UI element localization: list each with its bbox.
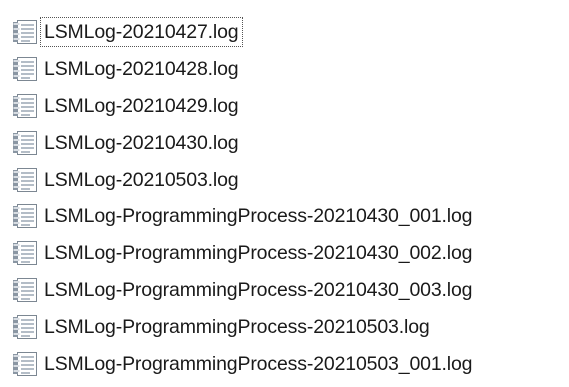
file-item[interactable]: LSMLog-20210503.log (10, 161, 566, 198)
file-item[interactable]: LSMLog-ProgrammingProcess-20210503.log (10, 308, 566, 345)
file-name[interactable]: LSMLog-20210428.log (40, 54, 243, 84)
file-item[interactable]: LSMLog-ProgrammingProcess-20210430_002.l… (10, 235, 566, 272)
log-file-icon (10, 165, 40, 195)
file-name[interactable]: LSMLog-ProgrammingProcess-20210430_003.l… (40, 275, 477, 305)
file-name[interactable]: LSMLog-ProgrammingProcess-20210430_002.l… (40, 238, 477, 268)
log-file-icon (10, 91, 40, 121)
file-name[interactable]: LSMLog-ProgrammingProcess-20210503.log (40, 312, 435, 342)
log-file-icon (10, 128, 40, 158)
file-item[interactable]: LSMLog-ProgrammingProcess-20210503_001.l… (10, 345, 566, 382)
log-file-icon (10, 201, 40, 231)
log-file-icon (10, 17, 40, 47)
log-file-icon (10, 349, 40, 379)
file-name[interactable]: LSMLog-20210430.log (40, 128, 243, 158)
log-file-icon (10, 54, 40, 84)
file-name[interactable]: LSMLog-ProgrammingProcess-20210430_001.l… (40, 201, 477, 231)
file-item[interactable]: LSMLog-20210429.log (10, 88, 566, 125)
log-file-icon (10, 238, 40, 268)
log-file-icon (10, 275, 40, 305)
log-file-icon (10, 312, 40, 342)
file-list: LSMLog-20210427.log LSMLog-20210428.log … (10, 14, 566, 382)
file-name[interactable]: LSMLog-20210427.log (40, 17, 244, 48)
file-name[interactable]: LSMLog-ProgrammingProcess-20210503_001.l… (40, 349, 477, 379)
file-item[interactable]: LSMLog-ProgrammingProcess-20210430_001.l… (10, 198, 566, 235)
file-item[interactable]: LSMLog-ProgrammingProcess-20210430_003.l… (10, 272, 566, 309)
file-item[interactable]: LSMLog-20210427.log (10, 14, 566, 51)
file-name[interactable]: LSMLog-20210503.log (40, 165, 243, 195)
file-item[interactable]: LSMLog-20210430.log (10, 124, 566, 161)
file-name[interactable]: LSMLog-20210429.log (40, 91, 243, 121)
file-item[interactable]: LSMLog-20210428.log (10, 51, 566, 88)
